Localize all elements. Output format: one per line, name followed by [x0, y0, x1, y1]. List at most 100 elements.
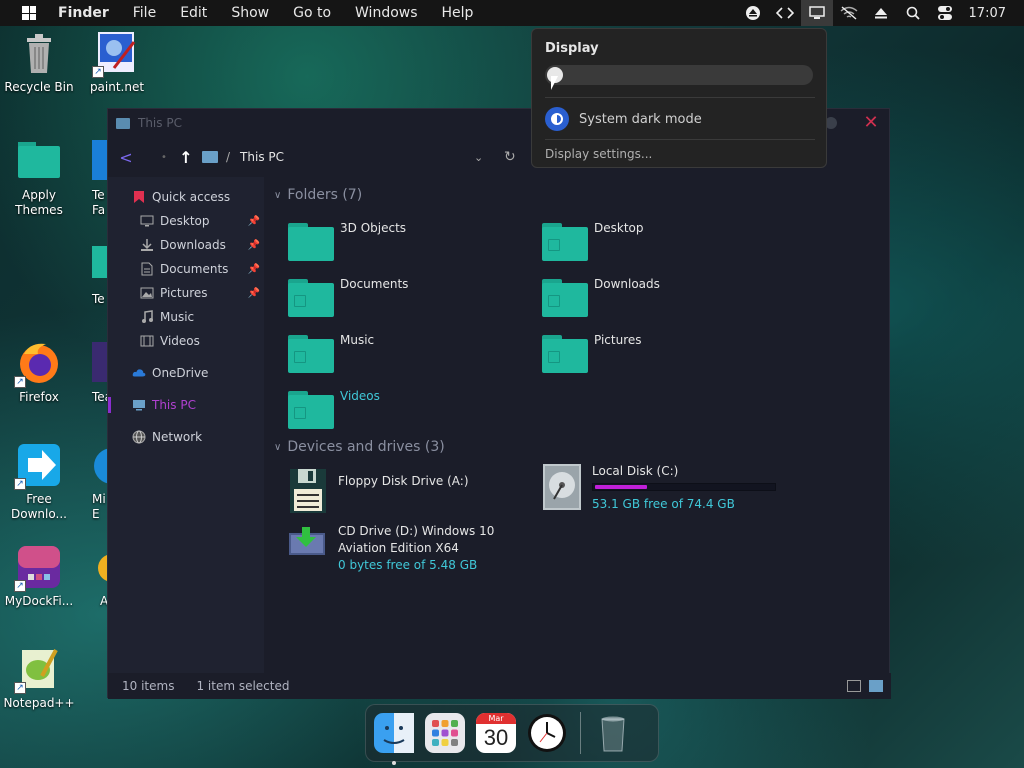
- menu-windows[interactable]: Windows: [355, 5, 418, 21]
- eject-icon[interactable]: [865, 0, 897, 26]
- sidebar-item-documents[interactable]: Documents 📌: [108, 257, 264, 281]
- sidebar-item-desktop[interactable]: Desktop 📌: [108, 209, 264, 233]
- picture-icon: [140, 286, 154, 300]
- drive-name-line-1: CD Drive (D:) Windows 10: [338, 524, 495, 538]
- dock-finder-icon[interactable]: [374, 713, 414, 765]
- large-icons-view-icon[interactable]: [869, 680, 883, 692]
- dock-trash-icon[interactable]: [593, 713, 633, 753]
- forward-button[interactable]: •: [154, 152, 174, 163]
- calendar-month: Mar: [476, 713, 516, 724]
- breadcrumb[interactable]: This PC: [240, 150, 284, 164]
- menu-show[interactable]: Show: [231, 5, 269, 21]
- folder-item-videos[interactable]: Videos: [288, 389, 380, 429]
- windows-logo-icon[interactable]: [22, 6, 36, 20]
- chevron-down-icon[interactable]: ⌄: [474, 151, 483, 164]
- folder-documents-icon: [288, 277, 334, 317]
- dark-mode-icon: [545, 107, 569, 131]
- drive-name-line-2: Aviation Edition X64: [338, 541, 459, 555]
- desktop-icon-paint-net[interactable]: ↗ paint.net: [78, 30, 156, 95]
- display-settings-link[interactable]: Display settings...: [545, 147, 652, 161]
- display-icon[interactable]: [800, 0, 833, 26]
- sidebar-item-music[interactable]: Music: [108, 305, 264, 329]
- system-tray: 17:07: [737, 0, 1024, 26]
- disk-usage-bar: [592, 483, 776, 491]
- menu-go-to[interactable]: Go to: [293, 5, 331, 21]
- sidebar-item-quick-access[interactable]: Quick access: [108, 185, 264, 209]
- code-brackets-icon[interactable]: [769, 0, 801, 26]
- sidebar-item-videos[interactable]: Videos: [108, 329, 264, 353]
- close-button[interactable]: ✕: [863, 114, 879, 132]
- folder-item-3d-objects[interactable]: 3D Objects: [288, 221, 406, 261]
- pin-icon[interactable]: 📌: [248, 288, 260, 299]
- shortcut-arrow-icon: ↗: [14, 580, 26, 592]
- sidebar-item-label: Desktop: [160, 214, 210, 228]
- desktop-icon-te-fa[interactable]: Te Fa: [62, 138, 112, 218]
- control-center-icon[interactable]: [929, 0, 961, 26]
- desktop-icon-label: Te: [92, 292, 105, 306]
- pin-icon[interactable]: 📌: [248, 264, 260, 275]
- folder-item-pictures[interactable]: Pictures: [542, 333, 642, 373]
- pin-icon[interactable]: 📌: [248, 216, 260, 227]
- firefox-icon: ↗: [14, 340, 62, 388]
- chevron-down-icon: ∨: [274, 189, 282, 201]
- navigation-pane: Quick access Desktop 📌 Downloads 📌 Docum…: [108, 177, 264, 673]
- menu-file[interactable]: File: [133, 5, 156, 21]
- cd-drive-icon: [288, 523, 328, 569]
- desktop-icon-tear[interactable]: Tear: [62, 340, 112, 405]
- drive-item-local-disk[interactable]: Local Disk (C:) 53.1 GB free of 74.4 GB: [542, 463, 776, 513]
- back-button[interactable]: <: [108, 148, 144, 167]
- sidebar-item-this-pc[interactable]: This PC: [108, 393, 264, 417]
- drive-free-space: 53.1 GB free of 74.4 GB: [592, 497, 735, 511]
- desktop-icon-label: Tear: [92, 390, 112, 404]
- menu-app-name[interactable]: Finder: [58, 5, 109, 21]
- folder-name: Downloads: [594, 277, 660, 291]
- refresh-icon[interactable]: ↻: [504, 149, 516, 165]
- folders-group-header[interactable]: ∨ Folders (7): [274, 187, 362, 203]
- pin-icon[interactable]: 📌: [248, 240, 260, 251]
- folder-item-downloads[interactable]: Downloads: [542, 277, 660, 317]
- brightness-slider[interactable]: [545, 65, 813, 85]
- shortcut-arrow-icon: ↗: [92, 66, 104, 78]
- search-icon[interactable]: [897, 0, 929, 26]
- desktop-icon: [140, 214, 154, 228]
- drives-group-header[interactable]: ∨ Devices and drives (3): [274, 439, 445, 455]
- dark-mode-toggle[interactable]: System dark mode: [545, 107, 702, 131]
- desktop-icon-recycle-bin[interactable]: Recycle Bin: [0, 30, 78, 95]
- sidebar-item-onedrive[interactable]: OneDrive: [108, 361, 264, 385]
- dock-launchpad-icon[interactable]: [425, 713, 465, 753]
- mydockfinder-icon: ↗: [14, 544, 62, 592]
- download-icon: [140, 238, 154, 252]
- desktop-icon-te[interactable]: Te: [62, 242, 112, 307]
- up-button[interactable]: ↑: [174, 148, 198, 167]
- folder-item-documents[interactable]: Documents: [288, 277, 408, 317]
- desktop-icon-label: Recycle Bin: [4, 80, 74, 94]
- sidebar-item-pictures[interactable]: Pictures 📌: [108, 281, 264, 305]
- dark-mode-label: System dark mode: [579, 111, 702, 127]
- sidebar-item-downloads[interactable]: Downloads 📌: [108, 233, 264, 257]
- sidebar-item-network[interactable]: Network: [108, 425, 264, 449]
- cloud-icon: [132, 366, 146, 380]
- breadcrumb-separator: /: [226, 150, 231, 164]
- dock-clock-icon[interactable]: [527, 713, 567, 753]
- wifi-off-icon[interactable]: [833, 0, 865, 26]
- menu-clock[interactable]: 17:07: [969, 6, 1006, 21]
- desktop-icon-notepad-plus-plus[interactable]: ↗ Notepad++: [0, 646, 78, 711]
- computer-icon: [132, 398, 146, 412]
- folder-music-icon: [288, 333, 334, 373]
- eject-circle-icon[interactable]: [737, 0, 769, 26]
- drive-item-floppy[interactable]: Floppy Disk Drive (A:): [288, 467, 469, 513]
- desktop-icon-a[interactable]: A: [62, 544, 112, 609]
- document-icon: [140, 262, 154, 276]
- film-icon: [140, 334, 154, 348]
- details-view-icon[interactable]: [847, 680, 861, 692]
- star-icon: [132, 190, 146, 204]
- calendar-day: 30: [483, 725, 509, 750]
- dock-calendar-icon[interactable]: Mar 30: [476, 713, 516, 753]
- menu-help[interactable]: Help: [442, 5, 474, 21]
- drive-item-cd[interactable]: CD Drive (D:) Windows 10 Aviation Editio…: [288, 523, 494, 574]
- menu-edit[interactable]: Edit: [180, 5, 207, 21]
- folder-item-desktop[interactable]: Desktop: [542, 221, 644, 261]
- folder-item-music[interactable]: Music: [288, 333, 374, 373]
- desktop-icon-mi-e[interactable]: Mi E: [62, 442, 112, 522]
- desktop-icon-label: Notepad++: [3, 696, 75, 710]
